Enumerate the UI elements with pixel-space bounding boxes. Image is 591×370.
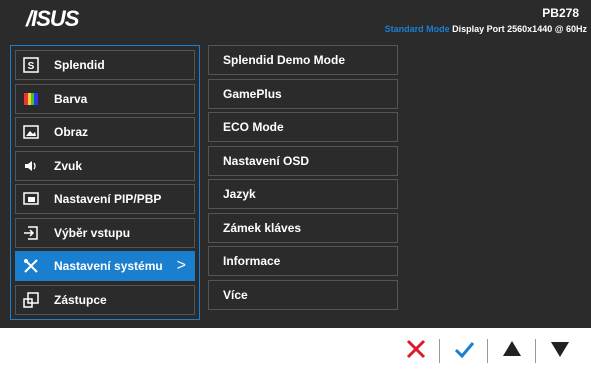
navigation-buttons [397,335,589,367]
down-button[interactable] [535,335,579,367]
submenu-item-eco-mode[interactable]: ECO Mode [208,112,398,142]
asus-logo: /ISUS [26,6,79,31]
submenu-item-language[interactable]: Jazyk [208,179,398,209]
down-arrow-icon [549,338,571,365]
submenu: Splendid Demo Mode GamePlus ECO Mode Nas… [208,45,398,320]
submenu-item-osd-setup[interactable]: Nastavení OSD [208,145,398,176]
status-bar: Standard Mode Display Port 2560x1440 @ 6… [385,24,587,34]
menu-item-splendid[interactable]: S Splendid [15,50,195,80]
submenu-item-key-lock[interactable]: Zámek kláves [208,212,398,243]
check-icon [453,338,475,365]
image-icon [22,123,40,141]
menu-item-label: Nastavení PIP/PBP [54,192,162,206]
submenu-item-gameplus[interactable]: GamePlus [208,78,398,109]
confirm-button[interactable] [439,335,483,367]
menu-item-label: Nastavení systému [54,259,163,273]
menu-item-label: Barva [54,91,88,106]
chevron-right-icon: > [176,257,186,274]
menu-item-pip[interactable]: Nastavení PIP/PBP [15,184,195,214]
model-name: PB278 [542,6,579,20]
menu-item-label: Výběr vstupu [54,225,131,240]
submenu-item-information[interactable]: Informace [208,246,398,276]
menu-item-label: Zástupce [54,292,107,307]
menu-item-color[interactable]: Barva [15,83,195,114]
close-icon [405,338,427,365]
speaker-icon [22,157,40,175]
submenu-item-splendid-demo[interactable]: Splendid Demo Mode [208,45,398,75]
menu-item-system-setup[interactable]: Nastavení systému > [15,251,195,281]
splendid-icon: S [22,56,40,74]
osd-panel: /ISUS PB278 Standard Mode Display Port 2… [0,0,591,328]
menu-item-input[interactable]: Výběr vstupu [15,217,195,248]
menu-item-shortcut[interactable]: Zástupce [15,284,195,315]
menu-item-label: Obraz [54,125,89,139]
menu-item-image[interactable]: Obraz [15,117,195,147]
mode-label: Standard Mode [384,24,450,34]
input-icon [22,224,40,242]
signal-status: Display Port 2560x1440 @ 60Hz [452,24,587,34]
up-button[interactable] [487,335,531,367]
color-icon [22,90,40,108]
shortcut-icon [22,291,40,309]
menu-item-label: Zvuk [54,158,83,173]
up-arrow-icon [501,338,523,365]
menu-item-label: Splendid [54,58,105,72]
wrench-icon [22,257,40,275]
main-menu: S Splendid Barva Obraz Zvuk Nastavení PI… [10,45,200,320]
svg-text:S: S [28,61,35,72]
close-button[interactable] [397,335,435,367]
submenu-item-more[interactable]: Více [208,279,398,310]
menu-item-sound[interactable]: Zvuk [15,150,195,181]
pip-icon [22,190,40,208]
